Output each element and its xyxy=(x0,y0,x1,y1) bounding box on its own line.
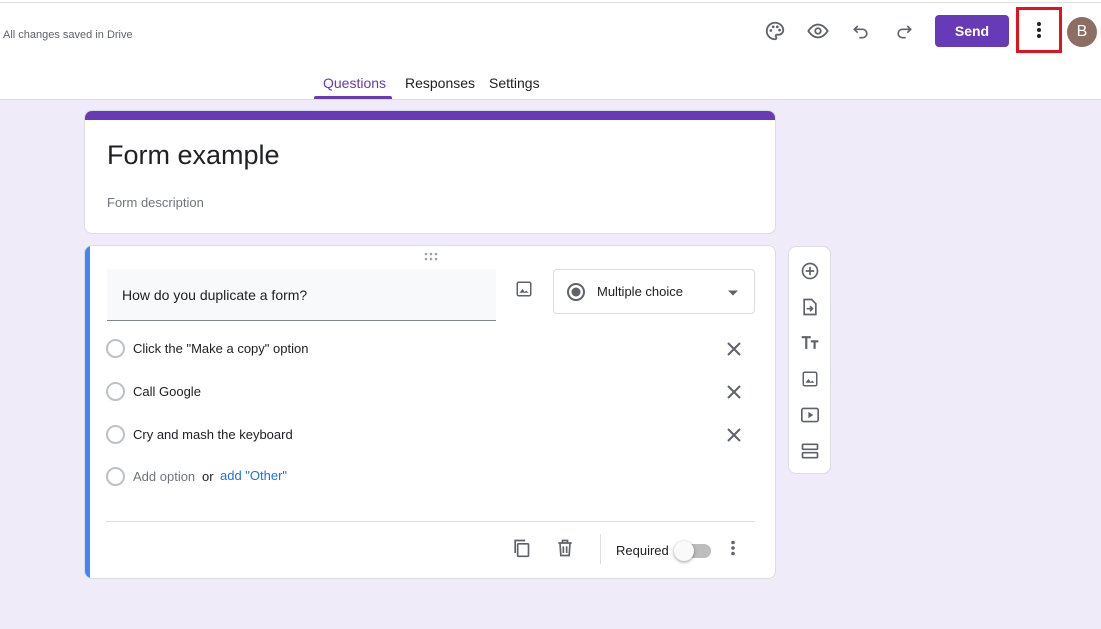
more-vert-icon xyxy=(1037,22,1041,38)
send-button[interactable]: Send xyxy=(935,15,1009,47)
undo-icon[interactable] xyxy=(848,18,874,44)
chevron-down-icon xyxy=(728,290,738,296)
question-type-select[interactable]: Multiple choice xyxy=(553,269,755,314)
delete-icon[interactable] xyxy=(554,537,576,559)
question-card[interactable]: How do you duplicate a form? Multiple ch… xyxy=(84,245,776,579)
required-toggle[interactable] xyxy=(674,541,711,561)
option-radio xyxy=(106,382,125,401)
question-text: How do you duplicate a form? xyxy=(122,287,308,303)
option-item[interactable]: Cry and mash the keyboard xyxy=(106,424,746,446)
add-section-icon[interactable] xyxy=(799,440,821,462)
tab-questions[interactable]: Questions xyxy=(323,75,386,91)
question-type-label: Multiple choice xyxy=(597,284,683,299)
add-question-icon[interactable] xyxy=(799,260,821,282)
side-toolbar xyxy=(788,246,831,474)
add-video-icon[interactable] xyxy=(799,404,821,426)
add-image-icon[interactable] xyxy=(513,278,535,300)
active-question-bar xyxy=(85,246,90,578)
question-more-icon[interactable] xyxy=(722,537,744,559)
required-label: Required xyxy=(616,543,669,558)
option-item[interactable]: Click the "Make a copy" option xyxy=(106,338,746,360)
form-title[interactable]: Form example xyxy=(107,140,280,171)
form-header-card[interactable]: Form example Form description xyxy=(84,110,776,234)
duplicate-icon[interactable] xyxy=(510,537,532,559)
tab-responses[interactable]: Responses xyxy=(405,75,475,91)
option-label[interactable]: Click the "Make a copy" option xyxy=(133,341,308,356)
save-status: All changes saved in Drive xyxy=(3,29,133,41)
or-text: or xyxy=(202,469,214,484)
toggle-knob xyxy=(674,541,694,561)
footer-divider xyxy=(106,521,755,522)
add-other-link[interactable]: add "Other" xyxy=(220,468,287,483)
preview-eye-icon[interactable] xyxy=(805,18,831,44)
avatar[interactable]: B xyxy=(1067,17,1097,47)
palette-icon[interactable] xyxy=(762,18,788,44)
form-description-field[interactable]: Form description xyxy=(107,195,204,210)
radio-button-icon xyxy=(567,283,585,301)
option-radio xyxy=(106,425,125,444)
option-label[interactable]: Call Google xyxy=(133,384,201,399)
remove-option-icon[interactable] xyxy=(724,339,744,359)
option-radio xyxy=(106,467,125,486)
remove-option-icon[interactable] xyxy=(724,382,744,402)
add-option-row: Add option or add "Other" xyxy=(106,466,746,488)
option-radio xyxy=(106,339,125,358)
question-title-input[interactable]: How do you duplicate a form? xyxy=(107,269,496,321)
import-questions-icon[interactable] xyxy=(799,296,821,318)
add-title-icon[interactable] xyxy=(799,332,821,354)
accent-band xyxy=(85,111,775,120)
drag-handle-icon[interactable] xyxy=(423,252,439,262)
option-label[interactable]: Cry and mash the keyboard xyxy=(133,427,293,442)
footer-separator xyxy=(600,534,601,564)
remove-option-icon[interactable] xyxy=(724,425,744,445)
add-image-icon[interactable] xyxy=(799,368,821,390)
tab-settings[interactable]: Settings xyxy=(489,75,540,91)
more-options-button[interactable] xyxy=(1016,7,1062,53)
redo-icon[interactable] xyxy=(891,18,917,44)
active-tab-indicator xyxy=(314,96,392,99)
add-option-button[interactable]: Add option xyxy=(133,469,195,484)
top-divider xyxy=(0,2,1101,3)
option-item[interactable]: Call Google xyxy=(106,381,746,403)
top-bar: All changes saved in Drive Send B Questi… xyxy=(0,0,1101,100)
